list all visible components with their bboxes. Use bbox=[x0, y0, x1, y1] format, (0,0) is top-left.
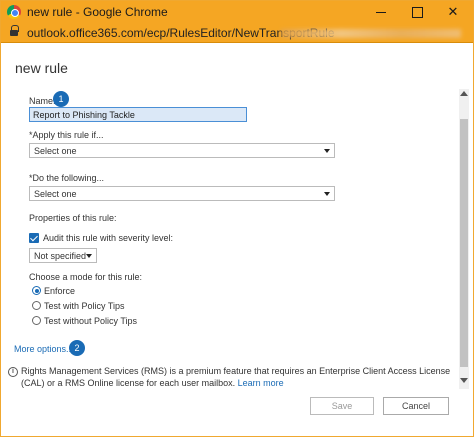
dialog-content: new rule Name: 1 *Apply this rule if... … bbox=[1, 44, 473, 436]
chevron-down-icon bbox=[86, 254, 92, 258]
scrollbar-thumb[interactable] bbox=[460, 119, 468, 367]
address-bar[interactable]: outlook.office365.com/ecp/RulesEditor/Ne… bbox=[1, 23, 473, 43]
more-options-link[interactable]: More options... bbox=[14, 344, 74, 354]
window-title: new rule - Google Chrome bbox=[27, 5, 168, 19]
step-badge-1: 1 bbox=[53, 91, 69, 107]
rms-notice: Rights Management Services (RMS) is a pr… bbox=[21, 365, 461, 389]
chrome-logo-icon bbox=[7, 5, 21, 19]
do-following-select[interactable]: Select one bbox=[29, 186, 335, 201]
mode-test-with-tips-radio[interactable] bbox=[32, 301, 41, 310]
name-label: Name: bbox=[29, 96, 56, 106]
mode-test-without-tips-radio[interactable] bbox=[32, 316, 41, 325]
mode-test-with-tips-label: Test with Policy Tips bbox=[44, 301, 125, 311]
mode-label: Choose a mode for this rule: bbox=[29, 272, 143, 282]
info-icon: i bbox=[8, 367, 18, 377]
vertical-scrollbar[interactable] bbox=[459, 89, 469, 389]
chevron-down-icon bbox=[324, 149, 330, 153]
mode-test-without-tips-label: Test without Policy Tips bbox=[44, 316, 138, 326]
redacted-url-segment bbox=[281, 29, 461, 38]
do-following-select-value: Select one bbox=[34, 189, 77, 199]
apply-rule-label: *Apply this rule if... bbox=[29, 130, 104, 140]
dialog-title: new rule bbox=[15, 60, 68, 76]
cancel-button[interactable]: Cancel bbox=[383, 397, 449, 415]
minimize-icon[interactable] bbox=[363, 1, 399, 23]
mode-enforce-label: Enforce bbox=[44, 286, 76, 296]
scroll-down-icon[interactable] bbox=[460, 378, 468, 383]
apply-rule-select[interactable]: Select one bbox=[29, 143, 335, 158]
do-following-label: *Do the following... bbox=[29, 173, 105, 183]
lock-icon bbox=[10, 25, 19, 37]
rule-name-input[interactable] bbox=[29, 107, 247, 122]
title-bar: new rule - Google Chrome ✕ bbox=[1, 1, 473, 23]
mode-enforce-radio[interactable] bbox=[32, 286, 41, 295]
save-button[interactable]: Save bbox=[310, 397, 374, 415]
chevron-down-icon bbox=[324, 192, 330, 196]
browser-window: new rule - Google Chrome ✕ outlook.offic… bbox=[0, 0, 474, 437]
step-badge-2: 2 bbox=[69, 340, 85, 356]
close-icon[interactable]: ✕ bbox=[435, 1, 471, 23]
maximize-icon[interactable] bbox=[399, 1, 435, 23]
severity-select[interactable]: Not specified bbox=[29, 248, 97, 263]
scroll-up-icon[interactable] bbox=[460, 91, 468, 96]
audit-label: Audit this rule with severity level: bbox=[43, 233, 174, 243]
audit-checkbox[interactable] bbox=[29, 233, 39, 243]
apply-rule-select-value: Select one bbox=[34, 146, 77, 156]
properties-label: Properties of this rule: bbox=[29, 213, 117, 223]
learn-more-link[interactable]: Learn more bbox=[238, 378, 284, 388]
severity-select-value: Not specified bbox=[34, 251, 87, 261]
rms-notice-text: Rights Management Services (RMS) is a pr… bbox=[21, 366, 451, 388]
form-scroll-area: Name: 1 *Apply this rule if... Select on… bbox=[1, 89, 473, 389]
